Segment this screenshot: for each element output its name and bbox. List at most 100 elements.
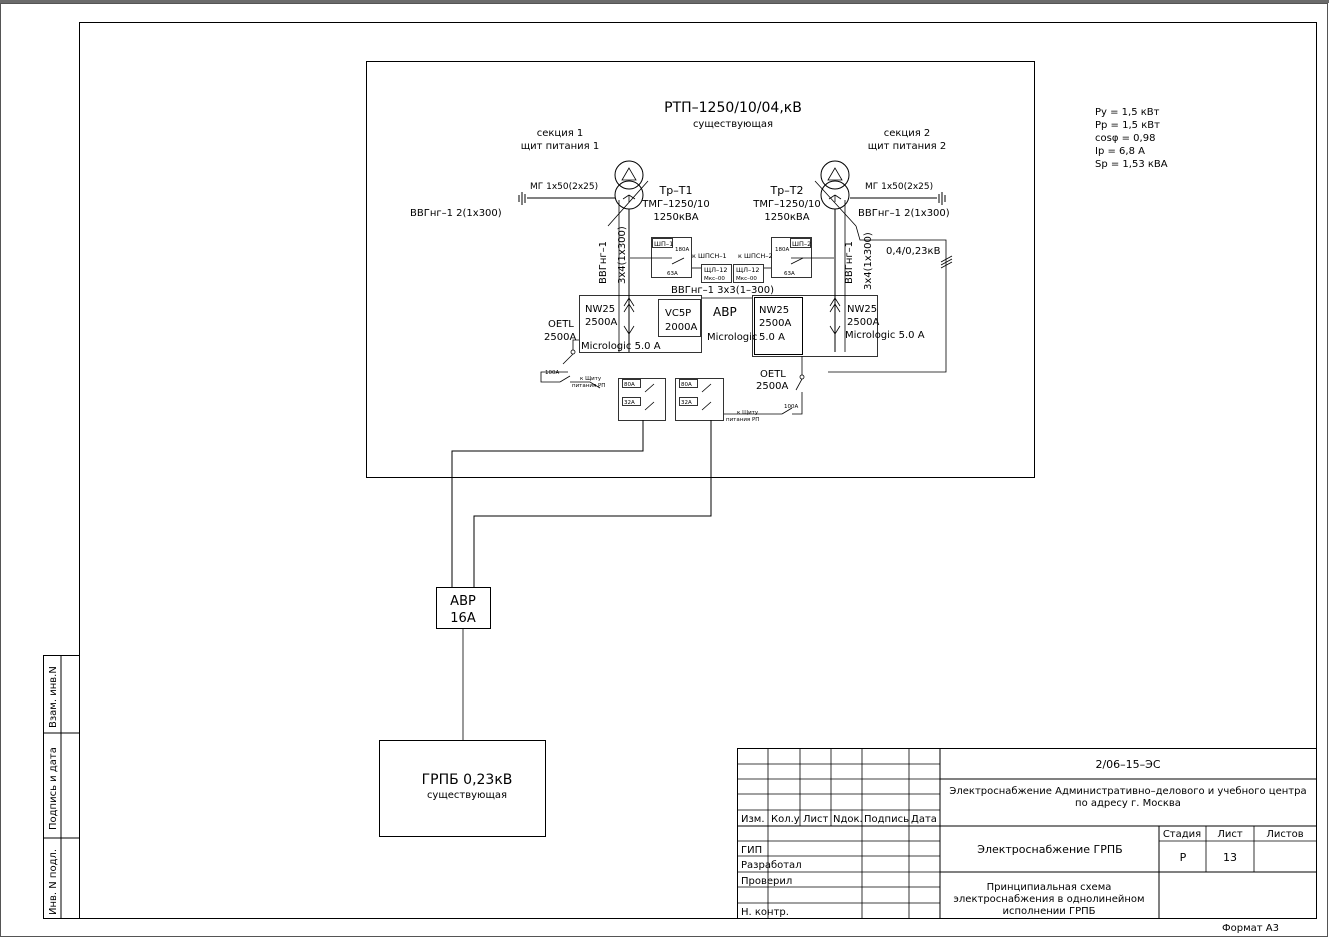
param-line: Sр = 1,53 кВА	[1095, 159, 1168, 170]
tb-role: ГИП	[741, 845, 762, 856]
shp1-label: ШП–1	[654, 240, 673, 248]
param-line: Iр = 6,8 А	[1095, 146, 1145, 157]
shield-left-a: к Щиту	[580, 376, 602, 382]
shp2-a63: 63А	[784, 271, 795, 277]
substation-status: существующая	[693, 119, 773, 130]
grpb-status: существующая	[427, 790, 507, 801]
t2-name: Тр–Т2	[770, 184, 804, 197]
avr16-label: АВР	[450, 594, 476, 609]
cable-right-vert-a: ВВГнг–1	[844, 241, 855, 284]
substation-title: РТП–1250/10/04,кВ	[664, 100, 802, 116]
tb-header: Дата	[911, 814, 937, 825]
shl12-a: ЩЛ–12	[704, 266, 728, 274]
outgoing-cables	[451, 420, 712, 740]
shield-right-a: к Щиту	[737, 410, 759, 416]
stamp-inv-orig: Инв. N подл.	[48, 849, 59, 915]
nw-mid-unit-b: 5.0 A	[759, 332, 785, 343]
t1-name: Тр–Т1	[659, 184, 693, 197]
shield-right-b: питания РП	[726, 417, 759, 423]
oetl-left-type: OETL	[548, 319, 574, 330]
t1-power: 1250кВА	[653, 212, 698, 223]
ground-right-label: МГ 1х50(2х25)	[865, 182, 933, 192]
vc5p-type: VC5P	[665, 308, 691, 319]
tb-stage: Р	[1180, 851, 1187, 864]
tb-header: Кол.у	[771, 814, 800, 825]
cable-left-vert-b: 3х4(1х300)	[617, 226, 628, 284]
tb-stage-label: Стадия	[1163, 829, 1201, 840]
oetl-left-rating: 2500А	[544, 332, 576, 343]
ground-left-label: МГ 1х50(2х25)	[530, 182, 598, 192]
tb-format: Формат А3	[1222, 923, 1279, 934]
feeder-lines	[618, 200, 953, 373]
nw-right-unit: Micrologic 5.0 A	[845, 330, 925, 341]
tb-sheet-label: Лист	[1217, 829, 1243, 840]
tb-sheet: 13	[1223, 851, 1237, 864]
cable-voltage: 0,4/0,23кВ	[886, 246, 941, 257]
param-line: cosφ = 0,98	[1095, 133, 1155, 144]
nw-left-type: NW25	[585, 304, 615, 315]
cable-left-horizontal: ВВГнг–1 2(1х300)	[410, 208, 502, 219]
load-params: Ру = 1,5 кВт Рр = 1,5 кВт cosφ = 0,98 Iр…	[1095, 107, 1168, 170]
mkc-a: Мкс–00	[704, 276, 725, 282]
cable-left-vert-a: ВВГнг–1	[598, 241, 609, 284]
section1-title: секция 1	[537, 128, 584, 139]
fuse2-a: 80А	[681, 382, 692, 388]
fuse2-b: 32А	[681, 400, 692, 406]
tb-header: Изм.	[741, 814, 765, 825]
nw-mid-rating: 2500А	[759, 318, 791, 329]
section2-title: секция 2	[884, 128, 931, 139]
nw-right-type: NW25	[847, 304, 877, 315]
stamp-replace-inv: Взам. инв.N	[48, 666, 59, 728]
tb-role: Проверил	[741, 876, 792, 887]
avr-label: АВР	[713, 305, 737, 319]
nw-left-rating: 2500А	[585, 317, 617, 328]
fuse1-b: 32А	[624, 400, 635, 406]
vc5p-rating: 2000А	[665, 322, 697, 333]
tb-sheets-label: Листов	[1266, 829, 1303, 840]
to-shpsn2: к ШПСН–2	[738, 252, 773, 260]
ground-right-symbol	[850, 192, 946, 205]
tb-drawing-wrap: Принципиальная схема электроснабжения в …	[953, 882, 1145, 916]
oetl-right-rating: 2500А	[756, 381, 788, 392]
section1-sub: щит питания 1	[521, 141, 600, 152]
grpb-label: ГРПБ 0,23кВ	[422, 772, 513, 788]
cable-right-vert-b: 3х4(1х300)	[863, 232, 874, 290]
fuse1-a: 80А	[624, 382, 635, 388]
tb-project: Электроснабжение Административно–деловог…	[949, 786, 1307, 809]
schematic-canvas: Взам. инв.N Подпись и дата Инв. N подл. …	[0, 0, 1329, 937]
tb-header: Подпись	[864, 814, 909, 825]
shp2-a180: 180А	[775, 247, 789, 253]
ground-left-symbol	[518, 192, 615, 205]
a100-right: 100А	[784, 404, 798, 410]
param-line: Рр = 1,5 кВт	[1095, 120, 1160, 131]
t2-model: ТМГ–1250/10	[752, 199, 820, 210]
shl12-b: ЩЛ–12	[736, 266, 760, 274]
shield-left-b: питания РП	[572, 383, 605, 389]
tb-drawing: Принципиальная схема электроснабжения в …	[953, 882, 1145, 916]
tb-doc-code: 2/06–15–ЭС	[1095, 758, 1160, 771]
tb-header: Лист	[803, 814, 829, 825]
avr16-rating: 16А	[450, 611, 476, 626]
tb-section: Электроснабжение ГРПБ	[977, 843, 1122, 856]
t1-model: ТМГ–1250/10	[641, 199, 709, 210]
shp2-label: ШП–2	[792, 240, 811, 248]
oetl-right-type: OETL	[760, 369, 786, 380]
cable-right-horizontal: ВВГнг–1 2(1х300)	[858, 208, 950, 219]
param-line: Ру = 1,5 кВт	[1095, 107, 1160, 118]
tb-header: Nдок.	[833, 814, 863, 825]
nw-right-rating: 2500А	[847, 317, 879, 328]
tb-project-wrap: Электроснабжение Административно–деловог…	[949, 786, 1307, 809]
cable-middle: ВВГнг–1 3х3(1–300)	[671, 285, 774, 296]
section2-sub: щит питания 2	[868, 141, 947, 152]
t2-power: 1250кВА	[764, 212, 809, 223]
a100-left: 100А	[545, 370, 559, 376]
transformer-t1-symbol	[607, 160, 649, 227]
side-stamp: Взам. инв.N Подпись и дата Инв. N подл.	[43, 655, 80, 919]
nw-mid-unit-a: Micrologic	[707, 332, 757, 343]
drawing-sheet: Взам. инв.N Подпись и дата Инв. N подл. …	[0, 0, 1329, 940]
top-border-strip	[0, 0, 1329, 3]
nw-left-unit: Micrologic 5.0 A	[581, 341, 661, 352]
grpb-box	[379, 740, 546, 837]
tb-role: Н. контр.	[741, 907, 789, 918]
stamp-sign-date: Подпись и дата	[48, 747, 59, 830]
